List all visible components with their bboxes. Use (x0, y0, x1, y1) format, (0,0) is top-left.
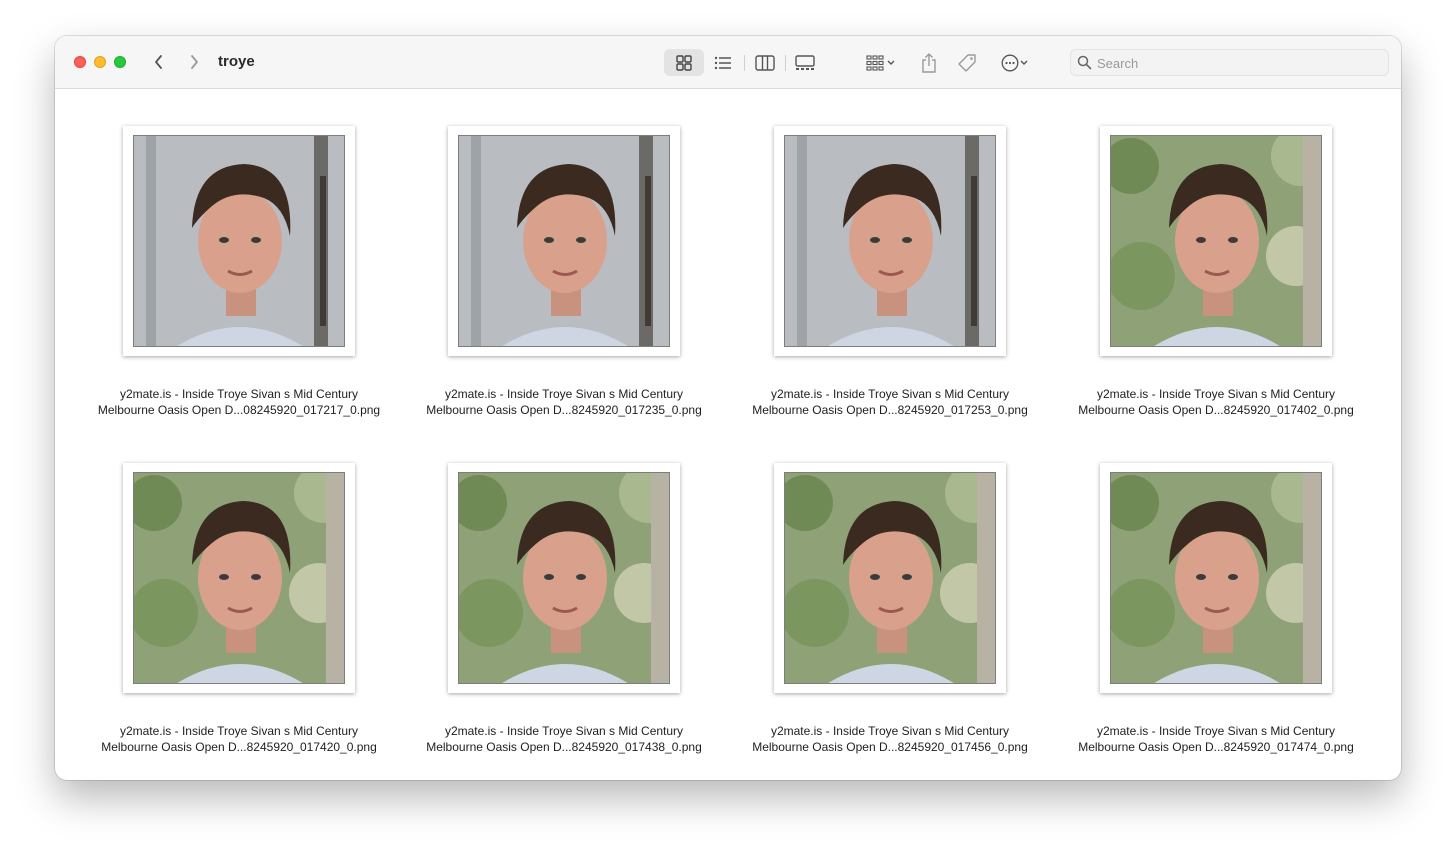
finder-window: troye Search y2mate.is - Inside Troye Si… (55, 36, 1401, 780)
file-item[interactable]: y2mate.is - Inside Troye Sivan s Mid Cen… (706, 463, 1028, 763)
share-icon (922, 52, 936, 73)
file-item[interactable]: y2mate.is - Inside Troye Sivan s Mid Cen… (1032, 463, 1354, 763)
group-by-button[interactable] (859, 49, 903, 76)
file-name-line-1: y2mate.is - Inside Troye Sivan s Mid Cen… (119, 387, 359, 401)
window-title: troye (218, 53, 255, 70)
search-icon (1077, 55, 1092, 70)
file-name[interactable]: y2mate.is - Inside Troye Sivan s Mid Cen… (85, 723, 393, 755)
gallery-view-icon (795, 54, 815, 70)
chevron-right-icon (191, 55, 198, 69)
file-thumbnail[interactable] (1100, 463, 1332, 693)
file-item[interactable]: y2mate.is - Inside Troye Sivan s Mid Cen… (55, 463, 377, 763)
file-name-line-1: y2mate.is - Inside Troye Sivan s Mid Cen… (770, 387, 1010, 401)
grid-view-icon (676, 54, 692, 71)
image-preview (1110, 135, 1322, 347)
file-name-line-2: Melbourne Oasis Open D...08245920_017217… (97, 403, 381, 417)
file-item[interactable]: y2mate.is - Inside Troye Sivan s Mid Cen… (706, 126, 1028, 426)
share-button[interactable] (915, 49, 943, 76)
close-button[interactable] (74, 56, 86, 68)
toolbar: troye (55, 36, 1401, 89)
toolbar-divider (785, 55, 786, 71)
tags-button[interactable] (953, 49, 981, 76)
forward-button[interactable] (182, 50, 206, 74)
ellipsis-circle-icon (1001, 54, 1019, 71)
zoom-button[interactable] (114, 56, 126, 68)
list-view-button[interactable] (705, 49, 741, 76)
toolbar-divider (744, 55, 745, 71)
file-thumbnail[interactable] (774, 463, 1006, 693)
image-preview (133, 135, 345, 347)
chevron-down-icon (1020, 60, 1028, 65)
file-item[interactable]: y2mate.is - Inside Troye Sivan s Mid Cen… (55, 126, 380, 426)
file-name[interactable]: y2mate.is - Inside Troye Sivan s Mid Cen… (736, 386, 1044, 418)
image-preview (458, 472, 670, 684)
tag-icon (958, 53, 976, 72)
file-name-line-1: y2mate.is - Inside Troye Sivan s Mid Cen… (444, 724, 684, 738)
file-name-line-2: Melbourne Oasis Open D...8245920_017456_… (752, 740, 1028, 754)
column-view-button[interactable] (747, 49, 783, 76)
file-name-line-2: Melbourne Oasis Open D...8245920_017438_… (426, 740, 702, 754)
file-name-line-2: Melbourne Oasis Open D...8245920_017253_… (752, 403, 1028, 417)
image-preview (784, 472, 996, 684)
file-name[interactable]: y2mate.is - Inside Troye Sivan s Mid Cen… (410, 386, 718, 418)
file-thumbnail[interactable] (123, 126, 355, 356)
file-name-line-2: Melbourne Oasis Open D...8245920_017420_… (101, 740, 377, 754)
file-name-line-2: Melbourne Oasis Open D...8245920_017235_… (426, 403, 702, 417)
file-name[interactable]: y2mate.is - Inside Troye Sivan s Mid Cen… (1062, 386, 1370, 418)
group-grid-icon (866, 54, 884, 71)
image-preview (133, 472, 345, 684)
file-item[interactable]: y2mate.is - Inside Troye Sivan s Mid Cen… (1032, 126, 1354, 426)
back-button[interactable] (147, 50, 171, 74)
file-name-line-1: y2mate.is - Inside Troye Sivan s Mid Cen… (770, 724, 1010, 738)
file-thumbnail[interactable] (1100, 126, 1332, 356)
list-view-icon (714, 56, 731, 69)
search-input[interactable] (1097, 53, 1377, 73)
gallery-view-button[interactable] (787, 49, 823, 76)
file-name[interactable]: y2mate.is - Inside Troye Sivan s Mid Cen… (410, 723, 718, 755)
chevron-left-icon (155, 55, 162, 69)
search-field[interactable] (1070, 49, 1389, 76)
file-name-line-1: y2mate.is - Inside Troye Sivan s Mid Cen… (444, 387, 684, 401)
more-actions-button[interactable] (995, 49, 1035, 76)
file-grid: y2mate.is - Inside Troye Sivan s Mid Cen… (55, 90, 1401, 780)
file-item[interactable]: y2mate.is - Inside Troye Sivan s Mid Cen… (380, 463, 702, 763)
file-item[interactable]: y2mate.is - Inside Troye Sivan s Mid Cen… (380, 126, 702, 426)
file-name-line-1: y2mate.is - Inside Troye Sivan s Mid Cen… (119, 724, 359, 738)
icon-view-button[interactable] (664, 49, 704, 76)
file-name-line-1: y2mate.is - Inside Troye Sivan s Mid Cen… (1096, 724, 1336, 738)
chevron-down-icon (887, 60, 895, 65)
file-name-line-1: y2mate.is - Inside Troye Sivan s Mid Cen… (1096, 387, 1336, 401)
image-preview (1110, 472, 1322, 684)
image-preview (458, 135, 670, 347)
file-name[interactable]: y2mate.is - Inside Troye Sivan s Mid Cen… (1062, 723, 1370, 755)
file-thumbnail[interactable] (448, 126, 680, 356)
file-name-line-2: Melbourne Oasis Open D...8245920_017402_… (1078, 403, 1354, 417)
minimize-button[interactable] (94, 56, 106, 68)
file-name[interactable]: y2mate.is - Inside Troye Sivan s Mid Cen… (85, 386, 393, 418)
image-preview (784, 135, 996, 347)
file-thumbnail[interactable] (448, 463, 680, 693)
file-name-line-2: Melbourne Oasis Open D...8245920_017474_… (1078, 740, 1354, 754)
file-thumbnail[interactable] (774, 126, 1006, 356)
file-name[interactable]: y2mate.is - Inside Troye Sivan s Mid Cen… (736, 723, 1044, 755)
column-view-icon (755, 54, 775, 71)
file-thumbnail[interactable] (123, 463, 355, 693)
